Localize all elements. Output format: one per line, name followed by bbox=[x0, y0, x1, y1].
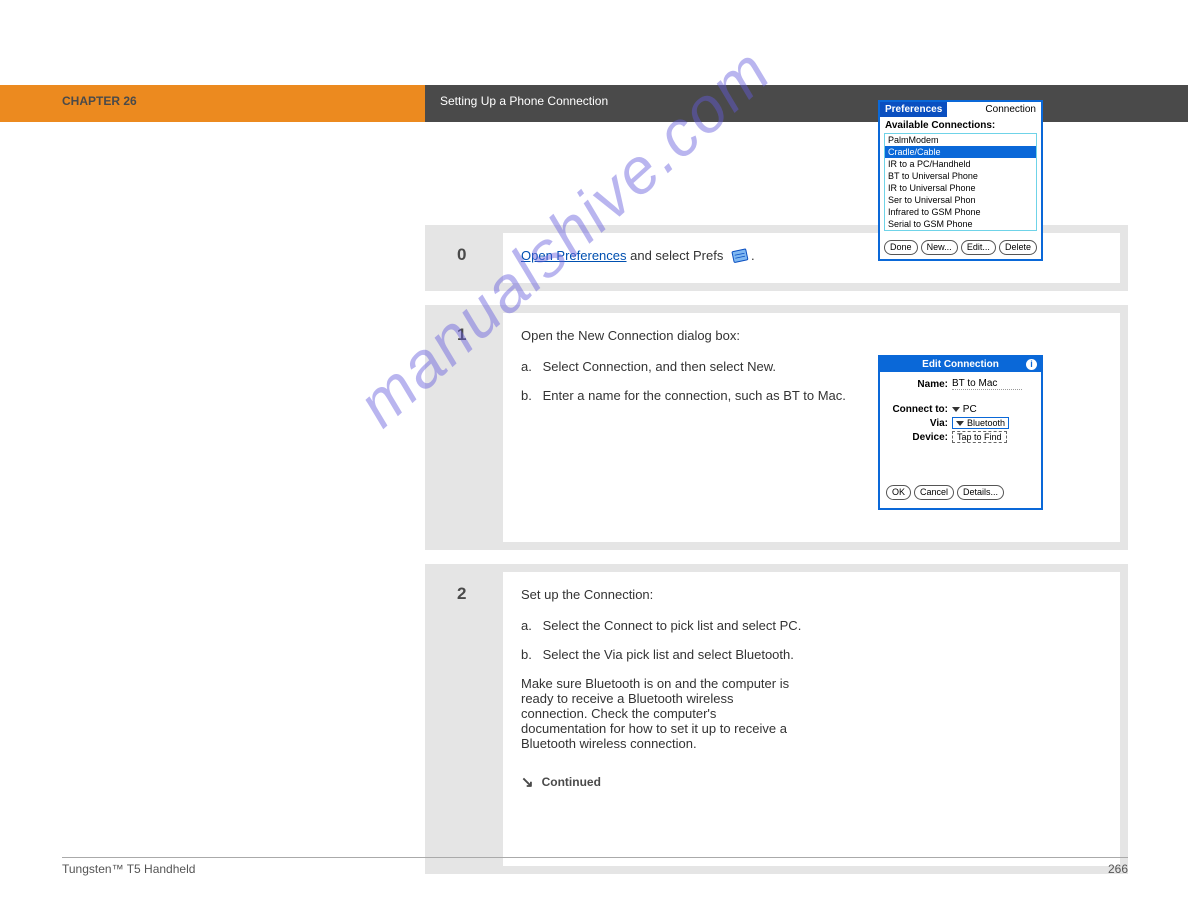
pda2-header: Edit Connection i bbox=[880, 357, 1041, 372]
step1-a-label: a. bbox=[521, 359, 539, 374]
list-item[interactable]: BT to Universal Phone bbox=[885, 170, 1036, 182]
connect-to-value: PC bbox=[963, 404, 977, 415]
section-label: Setting Up a Phone Connection bbox=[440, 94, 608, 108]
step1-b-text: Enter a name for the connection, such as… bbox=[543, 388, 846, 403]
footer-page-number: 266 bbox=[1108, 862, 1128, 876]
list-item[interactable]: Cradle/Cable bbox=[885, 146, 1036, 158]
device-label: Device: bbox=[886, 432, 952, 443]
pda2-button-row: OK Cancel Details... bbox=[886, 485, 1035, 500]
done-button[interactable]: Done bbox=[884, 240, 918, 255]
name-label: Name: bbox=[886, 379, 952, 390]
list-item[interactable]: IR to Universal Phone bbox=[885, 182, 1036, 194]
ok-button[interactable]: OK bbox=[886, 485, 911, 500]
step2-a-label: a. bbox=[521, 618, 539, 633]
continued-label: Continued bbox=[542, 775, 601, 789]
pda1-tab[interactable]: Connection bbox=[947, 102, 1041, 117]
step2-a: a. Select the Connect to pick list and s… bbox=[521, 618, 1102, 633]
step1-a-text: Select Connection, and then select New. bbox=[543, 359, 776, 374]
list-item[interactable]: Infrared to GSM Phone bbox=[885, 206, 1036, 218]
connect-to-label: Connect to: bbox=[886, 404, 952, 415]
step1-b-label: b. bbox=[521, 388, 539, 403]
main-content: 0 Open Preferences and select Prefs . 1 … bbox=[425, 225, 1128, 888]
connect-to-picklist[interactable]: PC bbox=[952, 404, 1035, 415]
pda2-device-row: Device: Tap to Find bbox=[886, 431, 1035, 443]
prefs-icon bbox=[731, 248, 751, 264]
pda2-connect-row: Connect to: PC bbox=[886, 404, 1035, 415]
chevron-down-icon bbox=[956, 421, 964, 426]
step2-b-label: b. bbox=[521, 647, 539, 662]
step-number: 1 bbox=[433, 313, 503, 542]
continued-indicator: ↘ Continued bbox=[521, 773, 1102, 791]
pda2-title: Edit Connection bbox=[922, 359, 999, 370]
footer-device-name: Tungsten™ T5 Handheld bbox=[62, 862, 195, 876]
details-button[interactable]: Details... bbox=[957, 485, 1004, 500]
list-item[interactable]: IR to a PC/Handheld bbox=[885, 158, 1036, 170]
pda1-connection-list[interactable]: PalmModem Cradle/Cable IR to a PC/Handhe… bbox=[884, 133, 1037, 231]
pda1-section-label: Available Connections: bbox=[880, 117, 1041, 133]
via-picklist[interactable]: Bluetooth bbox=[952, 417, 1009, 429]
via-label: Via: bbox=[886, 418, 952, 429]
page-footer: Tungsten™ T5 Handheld 266 bbox=[62, 857, 1128, 876]
device-tap-button[interactable]: Tap to Find bbox=[952, 431, 1007, 443]
open-preferences-link[interactable]: Open Preferences bbox=[521, 248, 627, 263]
step-number: 2 bbox=[433, 572, 503, 866]
pda2-via-row: Via: Bluetooth bbox=[886, 417, 1035, 429]
chevron-down-icon bbox=[952, 407, 960, 412]
edit-button[interactable]: Edit... bbox=[961, 240, 996, 255]
list-item[interactable]: Ser to Universal Phon bbox=[885, 194, 1036, 206]
name-input[interactable]: BT to Mac bbox=[952, 378, 1022, 390]
info-icon[interactable]: i bbox=[1026, 359, 1037, 370]
step0-text-mid: and select Prefs bbox=[627, 248, 727, 263]
pda-edit-connection-screen: Edit Connection i Name: BT to Mac Connec… bbox=[878, 355, 1043, 510]
step-block-2: 2 Set up the Connection: a. Select the C… bbox=[425, 564, 1128, 874]
pda-preferences-screen: Preferences Connection Available Connect… bbox=[878, 100, 1043, 261]
step-number: 0 bbox=[433, 233, 503, 283]
cancel-button[interactable]: Cancel bbox=[914, 485, 954, 500]
via-value: Bluetooth bbox=[967, 418, 1005, 428]
pda1-header: Preferences Connection bbox=[880, 102, 1041, 117]
continue-arrow-icon: ↘ bbox=[521, 773, 534, 791]
chapter-label: CHAPTER 26 bbox=[62, 94, 137, 108]
pda2-body: Name: BT to Mac Connect to: PC Via: Blue… bbox=[880, 372, 1041, 508]
step2-intro: Set up the Connection: bbox=[521, 586, 1102, 604]
new-button[interactable]: New... bbox=[921, 240, 958, 255]
list-item[interactable]: PalmModem bbox=[885, 134, 1036, 146]
delete-button[interactable]: Delete bbox=[999, 240, 1037, 255]
list-item[interactable]: Serial to GSM Phone bbox=[885, 218, 1036, 230]
step2-a-text: Select the Connect to pick list and sele… bbox=[543, 618, 802, 633]
step2-b: b. Select the Via pick list and select B… bbox=[521, 647, 1102, 662]
pda2-name-row: Name: BT to Mac bbox=[886, 378, 1035, 390]
step2-b-text: Select the Via pick list and select Blue… bbox=[543, 647, 794, 662]
pda1-button-row: Done New... Edit... Delete bbox=[880, 237, 1041, 259]
step2-note: Make sure Bluetooth is on and the comput… bbox=[521, 676, 801, 751]
pda1-title: Preferences bbox=[880, 102, 947, 117]
step1-intro: Open the New Connection dialog box: bbox=[521, 327, 1102, 345]
